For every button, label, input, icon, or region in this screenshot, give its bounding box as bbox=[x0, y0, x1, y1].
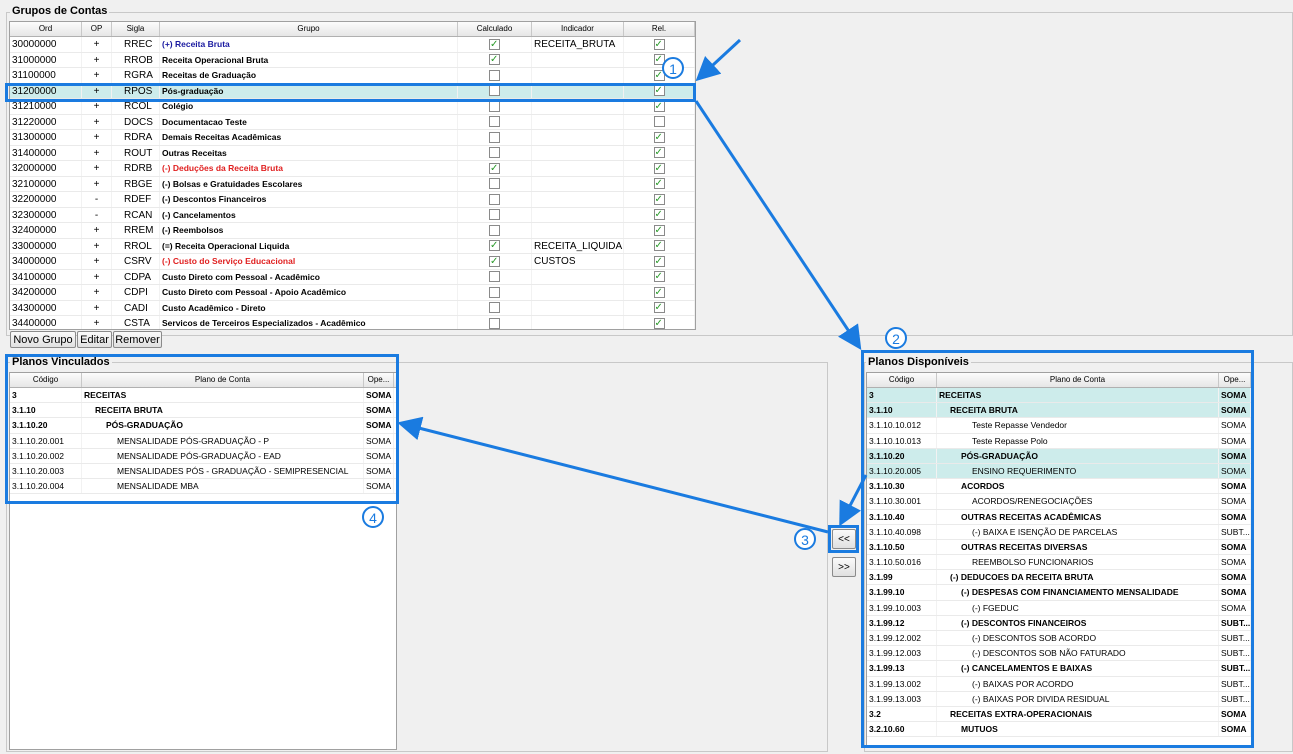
callout-1: 1 bbox=[662, 57, 684, 79]
annotation-arrows bbox=[397, 38, 868, 534]
arrow-to-disponiveis bbox=[694, 100, 862, 350]
arrow-to-row bbox=[695, 38, 742, 82]
callout-4: 4 bbox=[362, 506, 384, 528]
arrow-to-add-button bbox=[839, 474, 868, 527]
callout-2: 2 bbox=[885, 327, 907, 349]
arrow-to-vinculados bbox=[397, 416, 829, 534]
callout-3: 3 bbox=[794, 528, 816, 550]
